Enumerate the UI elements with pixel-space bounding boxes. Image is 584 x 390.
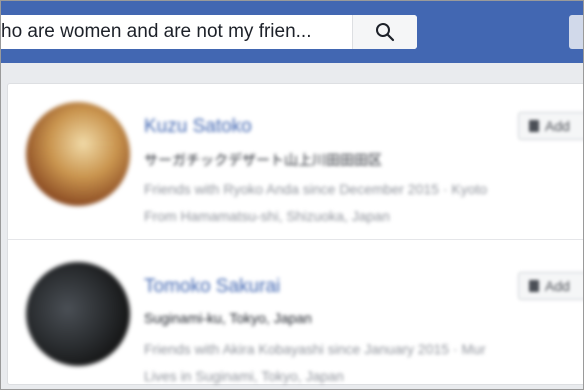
result-row[interactable]: Tomoko Sakurai Suginami-ku, Tokyo, Japan… (8, 244, 583, 389)
result-row[interactable]: Kuzu Satoko サーガチックデザート山上川田田田区 Friends wi… (8, 84, 583, 240)
result-location: Suginami-ku, Tokyo, Japan (144, 310, 312, 326)
result-mutual-friends: Friends with Ryoko Anda since December 2… (144, 181, 488, 197)
add-friend-icon (529, 280, 539, 292)
search-results-card: Kuzu Satoko サーガチックデザート山上川田田田区 Friends wi… (7, 83, 583, 385)
divider (8, 239, 583, 240)
add-friend-icon (529, 120, 539, 132)
search-icon (376, 23, 395, 42)
browser-frame: ho are women and are not my frien... Kuz… (0, 0, 584, 390)
add-friend-label: Add (545, 278, 570, 294)
result-name[interactable]: Kuzu Satoko (144, 116, 252, 138)
search-button[interactable] (352, 15, 417, 49)
add-friend-button[interactable]: Add (518, 272, 583, 300)
result-residence: Lives in Suginami, Tokyo, Japan (144, 368, 344, 384)
result-hometown: From Hamamatsu-shi, Shizuoka, Japan (144, 208, 390, 224)
nav-button-partial[interactable] (569, 15, 583, 49)
search-box[interactable]: ho are women and are not my frien... (1, 15, 417, 49)
avatar[interactable] (26, 102, 130, 206)
top-navigation-bar: ho are women and are not my frien... (1, 1, 583, 63)
add-friend-label: Add (545, 118, 570, 134)
result-mutual-friends: Friends with Akira Kobayashi since Janua… (144, 341, 486, 357)
result-name[interactable]: Tomoko Sakurai (144, 276, 280, 298)
result-subtitle: サーガチックデザート山上川田田田区 (144, 152, 382, 168)
add-friend-button[interactable]: Add (518, 112, 583, 140)
search-input[interactable]: ho are women and are not my frien... (1, 21, 351, 43)
avatar[interactable] (26, 262, 130, 366)
